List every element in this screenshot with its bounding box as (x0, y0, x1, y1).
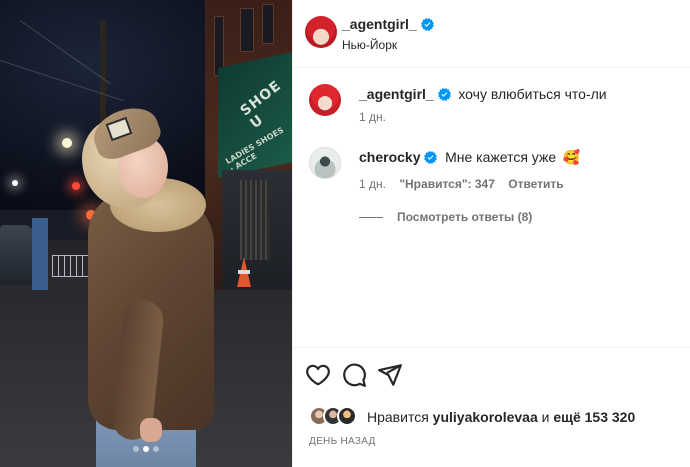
post-photo[interactable]: SHOE U LADIES SHOES · ACCE (0, 0, 292, 467)
caption-author-avatar[interactable] (309, 84, 341, 116)
carousel-dot[interactable] (153, 446, 159, 452)
verified-badge-icon (420, 18, 434, 31)
caption-text: хочу влюбиться что-ли (458, 86, 607, 102)
commenter-username[interactable]: cherocky (359, 149, 420, 165)
likes-middle: и (541, 409, 550, 425)
street-light (12, 180, 18, 186)
author-avatar[interactable] (305, 16, 337, 48)
likes-user[interactable]: yuliyakorolevaa (433, 409, 538, 425)
post-header: _agentgirl_ Нью-Йорк (293, 0, 690, 68)
comment-icon[interactable] (341, 362, 367, 388)
post-modal: SHOE U LADIES SHOES · ACCE _agentgirl_ Н… (0, 0, 690, 467)
building-window (240, 8, 254, 52)
liker-avatars[interactable] (309, 406, 359, 428)
share-icon[interactable] (377, 362, 403, 388)
smiling-face-with-hearts-emoji: 🥰 (562, 150, 581, 166)
comment-meta: 1 дн. "Нравится": 347 Ответить (359, 177, 564, 191)
view-replies-button[interactable]: Посмотреть ответы (8) (359, 210, 532, 224)
fence (52, 255, 92, 277)
post-details-panel: _agentgirl_ Нью-Йорк _agentgirl_ хочу вл… (292, 0, 690, 467)
post-date[interactable]: ДЕНЬ НАЗАД (309, 436, 376, 447)
caption-time[interactable]: 1 дн. (359, 110, 386, 124)
likes-prefix: Нравится (367, 409, 429, 425)
heart-icon[interactable] (305, 362, 331, 388)
likes-summary: Нравится yuliyakorolevaa и ещё 153 320 (309, 406, 635, 428)
parked-car (0, 225, 34, 285)
commenter-avatar[interactable] (309, 147, 341, 179)
phone-booth (32, 218, 48, 294)
post-location[interactable]: Нью-Йорк (342, 38, 397, 52)
replies-divider (359, 216, 383, 218)
comment-reply-button[interactable]: Ответить (508, 177, 563, 191)
carousel-dots (0, 446, 292, 452)
author-username[interactable]: _agentgirl_ (342, 16, 417, 32)
carousel-dot[interactable] (133, 446, 139, 452)
traffic-light (72, 182, 80, 190)
comment-likes[interactable]: "Нравится": 347 (399, 177, 495, 191)
liker-avatar (337, 406, 357, 426)
traffic-cone-band (238, 270, 250, 274)
post-actions: Нравится yuliyakorolevaa и ещё 153 320 Д… (293, 347, 690, 467)
comment-text: Мне кажется уже (445, 149, 557, 165)
comment-time[interactable]: 1 дн. (359, 177, 386, 191)
verified-badge-icon (437, 88, 451, 101)
carousel-dot-active[interactable] (143, 446, 149, 452)
street-light (62, 138, 72, 148)
building-window (262, 4, 274, 44)
caption-author[interactable]: _agentgirl_ (359, 86, 434, 102)
view-replies-label: Посмотреть ответы (8) (397, 210, 533, 224)
shop-grate (240, 180, 270, 260)
verified-badge-icon (424, 151, 438, 164)
person-hand (140, 418, 162, 442)
likes-others[interactable]: ещё 153 320 (553, 409, 635, 425)
